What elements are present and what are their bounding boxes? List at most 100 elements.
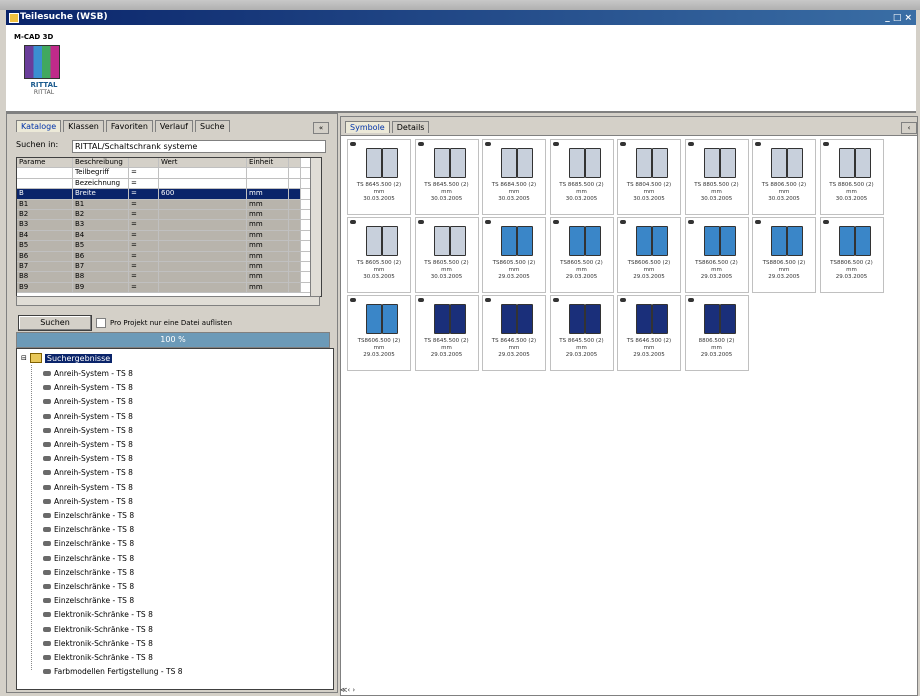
grid-cell[interactable]: B9 <box>73 282 129 293</box>
part-thumbnail[interactable]: TS8806.500 (2) mm 29.03.2005 <box>819 217 884 293</box>
grid-cell[interactable]: B9 <box>17 282 73 293</box>
part-thumbnail[interactable]: TS8605.500 (2) mm 29.03.2005 <box>482 217 546 293</box>
part-thumbnail[interactable]: TS 8805.500 (2) mm 30.03.2005 <box>684 139 749 215</box>
grid-cell[interactable] <box>289 251 301 261</box>
grid-cell[interactable]: B2 <box>17 209 73 220</box>
search-button[interactable]: Suchen <box>18 315 92 331</box>
grid-row[interactable]: B3 B3 = mm <box>17 220 321 231</box>
grid-cell[interactable] <box>159 251 247 261</box>
grid-cell[interactable] <box>159 241 247 251</box>
grid-row[interactable]: B9 B9 = mm <box>17 282 321 294</box>
grid-cell[interactable]: B <box>17 189 73 199</box>
tree-item[interactable]: Elektronik-Schränke - TS 8 <box>43 639 153 648</box>
grid-cell[interactable]: B7 <box>73 261 129 272</box>
grid-cell[interactable] <box>159 199 247 209</box>
grid-cell[interactable] <box>289 209 301 220</box>
one-file-per-project-option[interactable]: Pro Projekt nur eine Datei auflisten <box>96 318 232 328</box>
tab-details[interactable]: Details <box>391 121 430 133</box>
part-thumbnail[interactable]: TS 8645.500 (2) mm 29.03.2005 <box>414 295 479 371</box>
grid-cell[interactable]: = <box>129 251 159 261</box>
grid-cell[interactable]: Teilbegriff <box>73 168 129 178</box>
tree-item[interactable]: Anreih-System - TS 8 <box>43 412 133 421</box>
grid-cell[interactable]: = <box>129 209 159 220</box>
grid-cell[interactable]: mm <box>247 209 289 220</box>
part-thumbnail[interactable]: TS 8645.500 (2) mm 30.03.2005 <box>347 139 411 215</box>
grid-cell[interactable]: = <box>129 230 159 241</box>
tree-item[interactable]: Anreih-System - TS 8 <box>43 440 133 449</box>
grid-cell[interactable] <box>289 220 301 230</box>
grid-cell[interactable]: Wert <box>159 158 247 168</box>
grid-cell[interactable]: Breite <box>73 189 129 199</box>
grid-cell[interactable] <box>247 178 289 189</box>
part-thumbnail[interactable]: TS 8685.500 (2) mm 30.03.2005 <box>549 139 614 215</box>
grid-cell[interactable]: mm <box>247 230 289 241</box>
part-thumbnail[interactable]: 8806.500 (2) mm 29.03.2005 <box>684 295 749 371</box>
part-thumbnail[interactable]: TS 8806.500 (2) mm 30.03.2005 <box>752 139 816 215</box>
tree-item[interactable]: Anreih-System - TS 8 <box>43 383 133 392</box>
grid-cell[interactable] <box>159 209 247 220</box>
grid-row[interactable]: B8 B8 = mm <box>17 272 321 283</box>
collapse-button[interactable]: « <box>313 122 329 134</box>
window-controls[interactable]: _ □ × <box>885 11 912 26</box>
tree-item[interactable]: Einzelschränke - TS 8 <box>43 511 134 520</box>
grid-cell[interactable]: B5 <box>17 241 73 251</box>
grid-cell[interactable] <box>289 189 301 199</box>
grid-cell[interactable] <box>159 178 247 189</box>
part-thumbnail[interactable]: TS 8646.500 (2) mm 29.03.2005 <box>482 295 546 371</box>
grid-cell[interactable]: B8 <box>17 272 73 282</box>
tree-item[interactable]: Elektronik-Schränke - TS 8 <box>43 610 153 619</box>
results-tree[interactable]: ⊟ Suchergebnisse Anreih-System - TS 8 Anr… <box>16 348 334 690</box>
part-thumbnail[interactable]: TS 8646.500 (2) mm 29.03.2005 <box>617 295 681 371</box>
grid-cell[interactable]: B6 <box>17 251 73 261</box>
grid-cell[interactable]: Bezeichnung <box>73 178 129 189</box>
part-thumbnail[interactable]: TS8606.500 (2) mm 29.03.2005 <box>684 217 749 293</box>
part-thumbnail[interactable]: TS 8645.500 (2) mm 30.03.2005 <box>414 139 479 215</box>
grid-cell[interactable]: = <box>129 178 159 189</box>
part-thumbnail[interactable]: TS8606.500 (2) mm 29.03.2005 <box>347 295 411 371</box>
grid-cell[interactable]: B1 <box>73 199 129 209</box>
grid-row[interactable]: B6 B6 = mm <box>17 251 321 262</box>
tree-root[interactable]: ⊟ Suchergebnisse <box>21 353 113 363</box>
tab-suche[interactable]: Suche <box>195 120 230 132</box>
tree-item[interactable]: Elektronik-Schränke - TS 8 <box>43 653 153 662</box>
grid-cell[interactable]: B6 <box>73 251 129 261</box>
part-thumbnail[interactable]: TS8606.500 (2) mm 29.03.2005 <box>617 217 681 293</box>
grid-row[interactable]: Teilbegriff = <box>17 168 321 179</box>
grid-cell[interactable] <box>289 282 301 293</box>
grid-cell[interactable] <box>159 261 247 272</box>
grid-cell[interactable]: mm <box>247 189 289 199</box>
grid-cell[interactable]: = <box>129 272 159 282</box>
grid-cell[interactable] <box>289 230 301 241</box>
grid-cell[interactable] <box>159 282 247 293</box>
grid-cell[interactable]: Einheit <box>247 158 289 168</box>
grid-cell[interactable]: = <box>129 241 159 251</box>
grid-vertical-scrollbar[interactable] <box>310 158 321 296</box>
grid-cell[interactable] <box>159 168 247 178</box>
tree-item[interactable]: Anreih-System - TS 8 <box>43 468 133 477</box>
grid-cell[interactable]: B4 <box>73 230 129 241</box>
tree-item[interactable]: Anreih-System - TS 8 <box>43 369 133 378</box>
parameter-grid[interactable]: Parame Beschreibung Wert Einheit Teilbegriff… <box>16 157 322 297</box>
grid-cell[interactable]: mm <box>247 251 289 261</box>
grid-row[interactable]: B4 B4 = mm <box>17 230 321 242</box>
tab-symbole[interactable]: Symbole <box>345 121 390 133</box>
tree-item[interactable]: Anreih-System - TS 8 <box>43 397 133 406</box>
search-location-field[interactable]: RITTAL/Schaltschrank systeme <box>72 140 326 153</box>
grid-cell[interactable] <box>17 178 73 189</box>
grid-cell[interactable]: = <box>129 282 159 293</box>
grid-cell[interactable]: = <box>129 199 159 209</box>
grid-cell[interactable]: 600 <box>159 189 247 199</box>
tab-verlauf[interactable]: Verlauf <box>154 120 193 132</box>
tree-item[interactable]: Anreih-System - TS 8 <box>43 497 133 506</box>
grid-cell[interactable]: Beschreibung <box>73 158 129 168</box>
tree-item[interactable]: Einzelschränke - TS 8 <box>43 539 134 548</box>
grid-cell[interactable] <box>289 168 301 178</box>
grid-cell[interactable]: B2 <box>73 209 129 220</box>
grid-cell[interactable]: B7 <box>17 261 73 272</box>
grid-cell[interactable] <box>289 241 301 251</box>
grid-cell[interactable]: B3 <box>73 220 129 230</box>
part-thumbnail[interactable]: TS 8605.500 (2) mm 30.03.2005 <box>347 217 411 293</box>
rittal-logo[interactable]: M-CAD 3D RITTAL RITTAL <box>14 33 74 96</box>
grid-cell[interactable] <box>289 272 301 282</box>
part-thumbnail[interactable]: TS 8605.500 (2) mm 30.03.2005 <box>414 217 479 293</box>
